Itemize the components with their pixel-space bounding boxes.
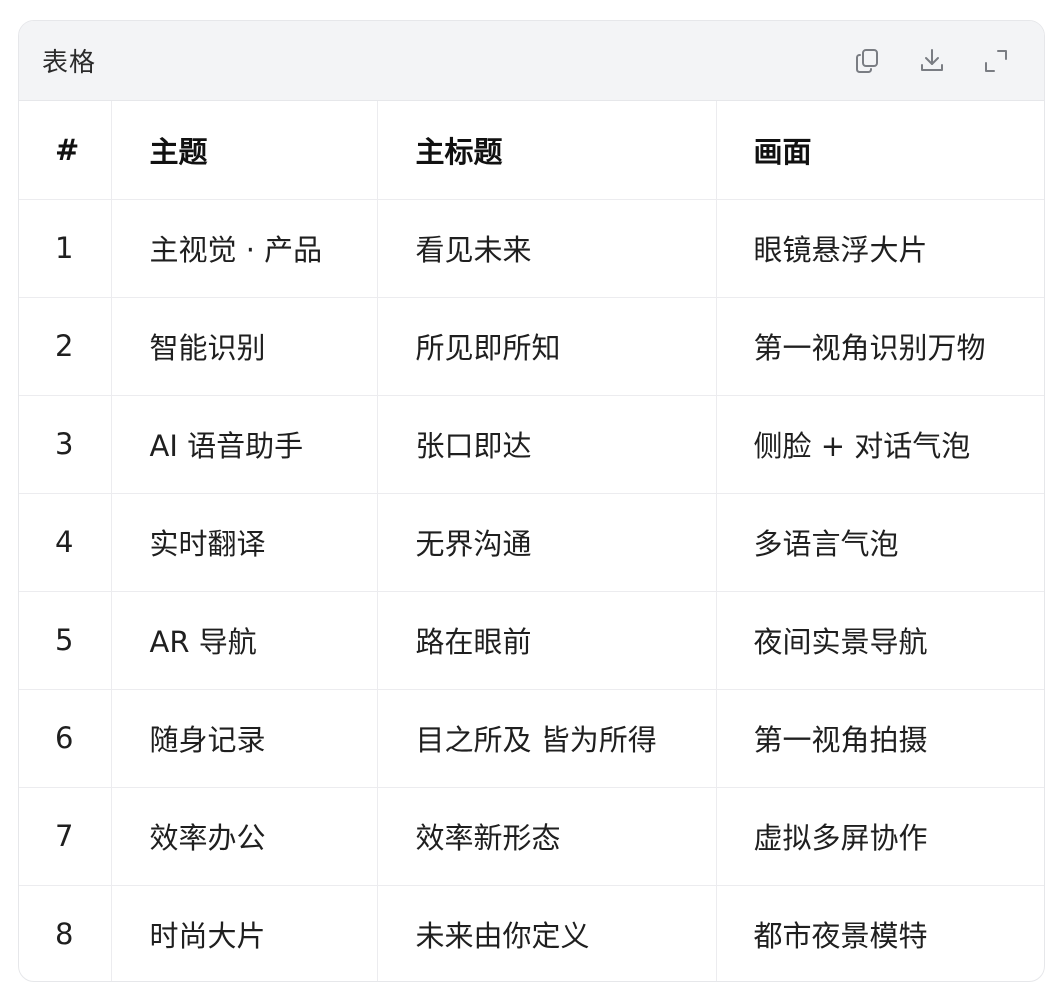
cell-index: 1	[19, 199, 112, 298]
table-toolbar	[822, 43, 1014, 79]
cell-scene: 第一视角识别万物	[716, 297, 1044, 396]
cell-theme: 主视觉 · 产品	[111, 199, 378, 298]
cell-index: 3	[19, 395, 112, 494]
cell-index: 2	[19, 297, 112, 396]
cell-main-title: 未来由你定义	[377, 885, 717, 981]
download-button[interactable]	[914, 43, 950, 79]
table-row: 3 AI 语音助手 张口即达 侧脸 + 对话气泡	[19, 395, 1044, 494]
table-row: 7 效率办公 效率新形态 虚拟多屏协作	[19, 787, 1044, 886]
table-row: 1 主视觉 · 产品 看见未来 眼镜悬浮大片	[19, 199, 1044, 298]
cell-main-title: 目之所及 皆为所得	[377, 689, 717, 788]
cell-scene: 侧脸 + 对话气泡	[716, 395, 1044, 494]
table-card-header: 表格	[19, 21, 1044, 101]
cell-scene: 虚拟多屏协作	[716, 787, 1044, 886]
expand-button[interactable]	[978, 43, 1014, 79]
cell-index: 4	[19, 493, 112, 592]
cell-index: 7	[19, 787, 112, 886]
cell-main-title: 效率新形态	[377, 787, 717, 886]
cell-theme: AR 导航	[111, 591, 378, 690]
column-header-scene: 画面	[716, 101, 1044, 200]
cell-main-title: 无界沟通	[377, 493, 717, 592]
copy-button[interactable]	[850, 43, 886, 79]
cell-theme: 随身记录	[111, 689, 378, 788]
cell-main-title: 所见即所知	[377, 297, 717, 396]
table-row: 2 智能识别 所见即所知 第一视角识别万物	[19, 297, 1044, 396]
column-header-main-title: 主标题	[377, 101, 717, 200]
cell-theme: 实时翻译	[111, 493, 378, 592]
copy-icon	[856, 48, 878, 73]
table-row: 8 时尚大片 未来由你定义 都市夜景模特	[19, 885, 1044, 981]
download-icon	[921, 48, 943, 71]
table-card-title: 表格	[42, 48, 97, 78]
cell-scene: 眼镜悬浮大片	[716, 199, 1044, 298]
cell-scene: 多语言气泡	[716, 493, 1044, 592]
cell-theme: 效率办公	[111, 787, 378, 886]
cell-scene: 都市夜景模特	[753, 919, 928, 954]
table-row: 4 实时翻译 无界沟通 多语言气泡	[19, 493, 1044, 592]
cell-theme: AI 语音助手	[111, 395, 378, 494]
cell-scene: 夜间实景导航	[716, 591, 1044, 690]
cell-index: 8	[19, 885, 112, 981]
column-header-theme: 主题	[111, 101, 378, 200]
cell-index: 5	[19, 591, 112, 690]
cell-main-title: 张口即达	[377, 395, 717, 494]
cell-scene: 第一视角拍摄	[716, 689, 1044, 788]
column-header-index: #	[19, 101, 112, 200]
table-card: 表格 # 主题 主标题 画面 1 主视觉 · 产品 看见未来 眼镜悬浮大片 2 …	[18, 20, 1045, 982]
cell-index: 6	[19, 689, 112, 788]
cell-theme: 时尚大片	[111, 885, 378, 981]
data-table: # 主题 主标题 画面 1 主视觉 · 产品 看见未来 眼镜悬浮大片 2 智能识…	[19, 101, 1044, 981]
table-row: 5 AR 导航 路在眼前 夜间实景导航	[19, 591, 1044, 690]
cell-main-title: 路在眼前	[377, 591, 717, 690]
cell-theme: 智能识别	[111, 297, 378, 396]
expand-icon	[985, 49, 1007, 72]
table-header-row: # 主题 主标题 画面	[19, 101, 1044, 200]
table-row: 6 随身记录 目之所及 皆为所得 第一视角拍摄	[19, 689, 1044, 788]
cell-main-title: 看见未来	[377, 199, 717, 298]
